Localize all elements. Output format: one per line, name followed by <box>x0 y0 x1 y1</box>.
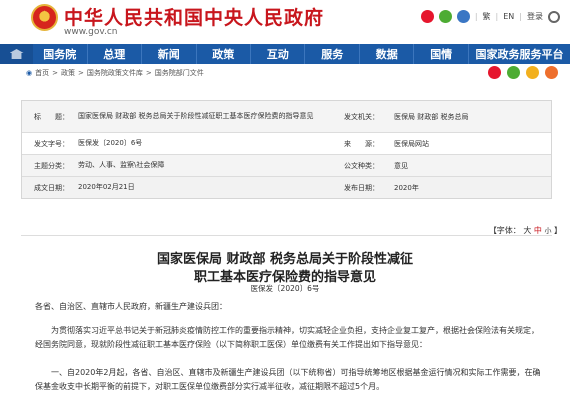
separator: | <box>519 12 522 21</box>
source-value: 医保局网站 <box>394 139 429 148</box>
subject-label: 主题分类： <box>34 161 69 170</box>
breadcrumb-separator: > <box>52 69 58 77</box>
font-size-prefix: 【字体： <box>488 226 521 235</box>
header-tools: | 繁 | EN | 登录 <box>420 10 560 23</box>
nav-item-data[interactable]: 数据 <box>360 44 415 64</box>
meta-row-subject: 主题分类： 劳动、人事、监察\社会保障 公文种类： 意见 <box>22 154 551 176</box>
salutation: 各省、自治区、直辖市人民政府，新疆生产建设兵团： <box>35 302 227 311</box>
traditional-chinese-link[interactable]: 繁 <box>483 11 491 22</box>
separator: | <box>495 12 499 21</box>
breadcrumb-department-docs[interactable]: 国务院部门文件 <box>155 68 204 78</box>
main-nav: 国务院 总理 新闻 政策 互动 服务 数据 国情 国家政务服务平台 <box>0 44 570 64</box>
publish-date-label: 发布日期： <box>344 183 379 192</box>
title-value: 国家医保局 财政部 税务总局关于阶段性减征职工基本医疗保险费的指导意见 <box>78 112 314 120</box>
font-size-suffix: 】 <box>554 226 562 235</box>
english-link[interactable]: EN <box>503 12 514 21</box>
document-metadata-table: 标 题： 国家医保局 财政部 税务总局关于阶段性减征职工基本医疗保险费的指导意见… <box>21 100 552 199</box>
docno-value: 医保发〔2020〕6号 <box>78 139 143 147</box>
nav-item-national-info[interactable]: 国情 <box>414 44 469 64</box>
national-emblem-icon <box>31 4 58 31</box>
subject-value: 劳动、人事、监察\社会保障 <box>78 161 165 169</box>
date-label: 成文日期： <box>34 183 69 192</box>
site-header: 中华人民共和国中央人民政府 www.gov.cn | 繁 | EN | 登录 <box>0 0 570 42</box>
breadcrumb: ◉ 首页 > 政策 > 国务院政策文件库 > 国务院部门文件 <box>26 68 204 78</box>
search-icon[interactable] <box>548 10 560 23</box>
nav-item-news[interactable]: 新闻 <box>142 44 197 64</box>
doc-type-value: 意见 <box>394 161 408 170</box>
location-pin-icon: ◉ <box>26 69 33 77</box>
title-label: 标 题： <box>34 112 69 121</box>
paragraph-1: 为贯彻落实习近平总书记关于新冠肺炎疫情防控工作的重要指示精神，切实减轻企业负担，… <box>35 326 539 349</box>
document-title-line-1: 国家医保局 财政部 税务总局关于阶段性减征 <box>156 252 414 267</box>
meta-row-title: 标 题： 国家医保局 财政部 税务总局关于阶段性减征职工基本医疗保险费的指导意见… <box>22 101 551 132</box>
share-bar <box>488 66 558 79</box>
meta-row-docno: 发文字号： 医保发〔2020〕6号 来 源： 医保局网站 <box>22 132 551 154</box>
font-size-medium[interactable]: 中 <box>534 226 542 235</box>
nav-home[interactable] <box>0 44 34 64</box>
publish-date-value: 2020年 <box>394 183 419 192</box>
paragraph-2: 一、自2020年2月起，各省、自治区、直辖市及新疆生产建设兵团（以下统称省）可指… <box>35 368 541 391</box>
issuer-label: 发文机关： <box>344 112 379 121</box>
divider <box>21 235 552 236</box>
document-number: 医保发〔2020〕6号 <box>250 284 320 293</box>
font-size-small[interactable]: 小 <box>544 227 551 235</box>
share-wechat-icon[interactable] <box>507 66 520 79</box>
share-qzone-icon[interactable] <box>526 66 539 79</box>
share-favorite-icon[interactable] <box>545 66 558 79</box>
breadcrumb-state-council-library[interactable]: 国务院政策文件库 <box>87 68 143 78</box>
meta-row-dates: 成文日期： 2020年02月21日 发布日期： 2020年 <box>22 176 551 198</box>
nav-item-service[interactable]: 服务 <box>305 44 360 64</box>
source-label: 来 源： <box>344 139 379 148</box>
breadcrumb-separator: > <box>77 69 84 77</box>
nav-item-state-council[interactable]: 国务院 <box>33 44 88 64</box>
breadcrumb-separator: > <box>145 69 152 77</box>
site-title[interactable]: 中华人民共和国中央人民政府 <box>64 3 324 30</box>
separator: | <box>474 12 478 21</box>
nav-item-policy[interactable]: 政策 <box>197 44 251 64</box>
weibo-icon[interactable] <box>420 10 434 23</box>
nav-item-service-platform[interactable]: 国家政务服务平台 <box>469 44 570 64</box>
nav-item-interaction[interactable]: 互动 <box>251 44 306 64</box>
date-value: 2020年02月21日 <box>78 183 135 191</box>
docno-label: 发文字号： <box>34 139 69 148</box>
nav-item-premier[interactable]: 总理 <box>88 44 143 64</box>
wechat-icon[interactable] <box>438 10 452 23</box>
font-size-large[interactable]: 大 <box>523 226 531 235</box>
issuer-value: 医保局 财政部 税务总局 <box>394 112 469 121</box>
share-weibo-icon[interactable] <box>488 66 501 79</box>
breadcrumb-policy[interactable]: 政策 <box>61 68 75 78</box>
site-url: www.gov.cn <box>64 27 118 37</box>
login-link[interactable]: 登录 <box>527 11 543 22</box>
mobile-icon[interactable] <box>456 10 470 23</box>
home-icon <box>9 49 24 59</box>
breadcrumb-home[interactable]: 首页 <box>35 68 49 78</box>
doc-type-label: 公文种类： <box>344 161 379 170</box>
